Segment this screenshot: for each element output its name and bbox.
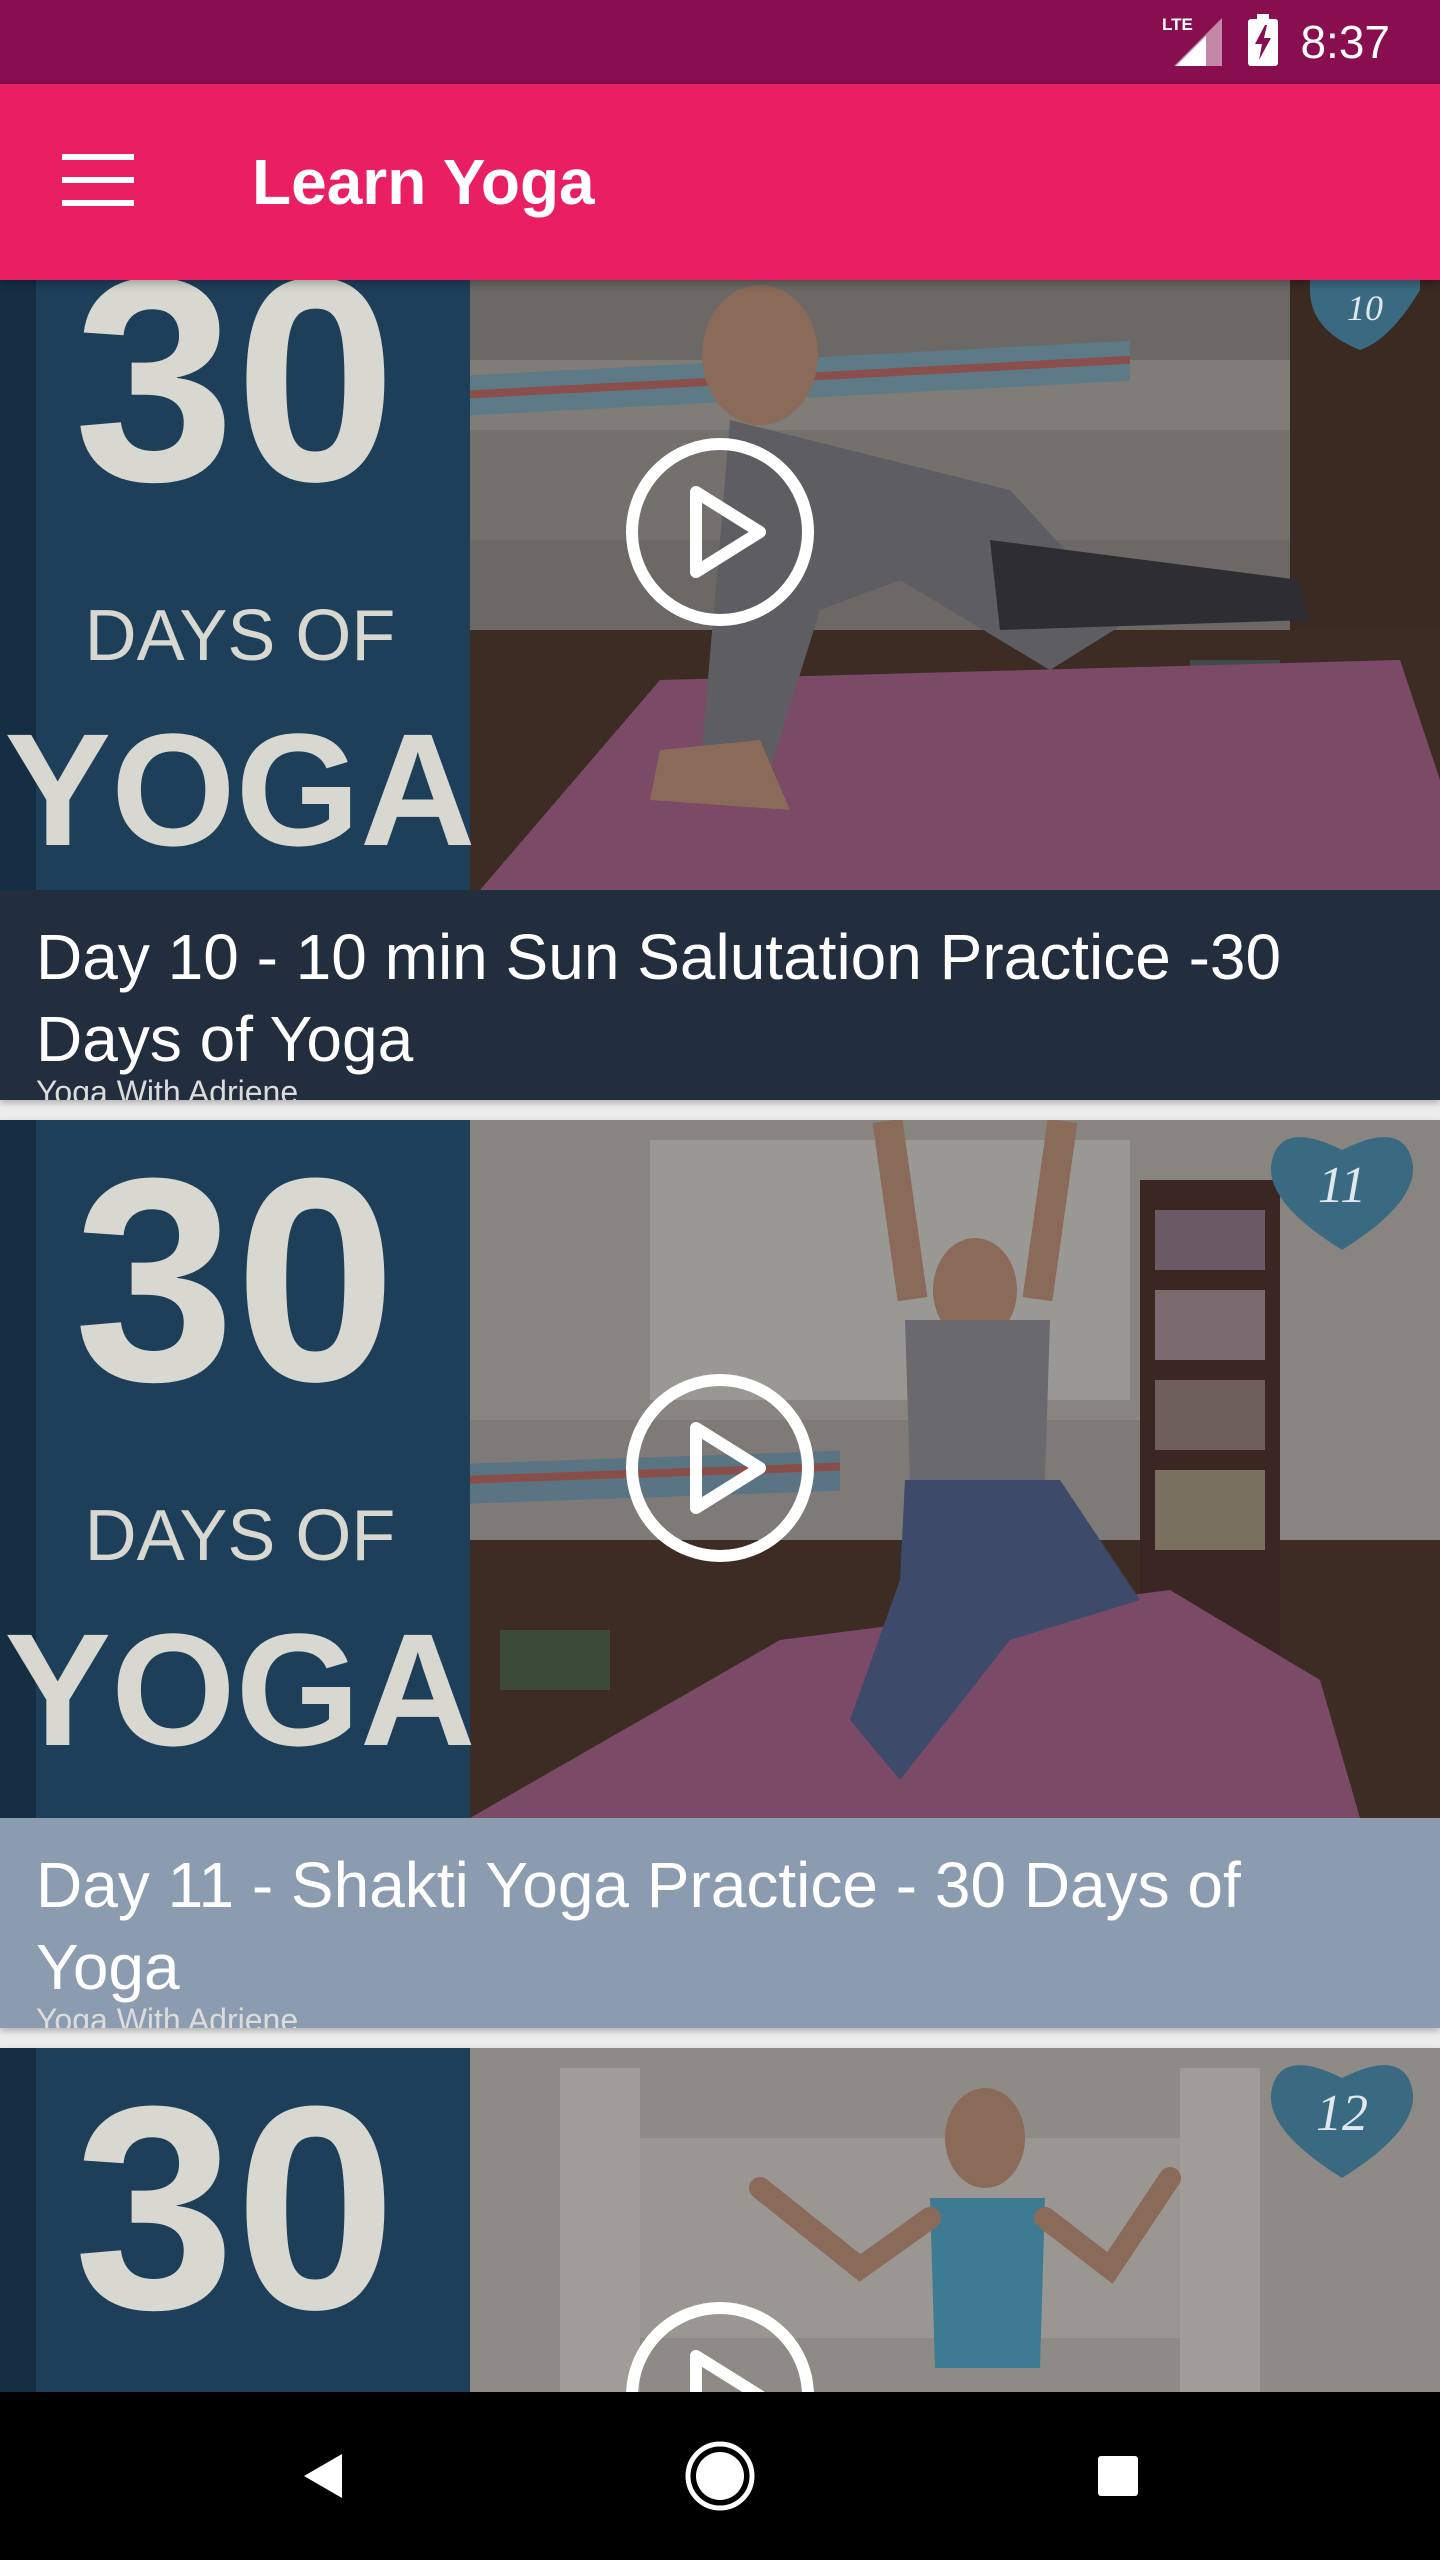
video-title: Day 10 - 10 min Sun Salutation Practice … (36, 921, 1282, 1075)
svg-text:DAYS OF: DAYS OF (85, 596, 396, 676)
svg-text:30: 30 (74, 280, 397, 542)
video-caption: Day 11 - Shakti Yoga Practice - 30 Days … (0, 1818, 1440, 2028)
lte-signal-icon: LTE (1162, 12, 1226, 73)
svg-text:YOGA: YOGA (4, 1600, 475, 1779)
home-circle-icon[interactable] (670, 2426, 770, 2526)
battery-charging-icon (1248, 13, 1279, 71)
video-channel: Yoga With Adriene (36, 1074, 299, 1100)
hamburger-menu-icon (62, 153, 134, 211)
play-circle-icon[interactable] (624, 436, 816, 628)
video-card[interactable]: 30 DAYS OF YOGA 10 Day 10 - 10 min Sun S… (0, 280, 1440, 1100)
svg-text:12: 12 (1316, 2085, 1368, 2142)
app-title: Learn Yoga (252, 146, 595, 218)
back-triangle-icon[interactable] (270, 2426, 370, 2526)
svg-text:30: 30 (74, 1120, 397, 1442)
play-circle-icon[interactable] (624, 1372, 816, 1564)
status-bar: LTE 8:37 (0, 0, 1440, 84)
video-card[interactable]: 30 12 (0, 2048, 1440, 2392)
video-channel: Yoga With Adriene (36, 2002, 299, 2028)
video-caption: Day 10 - 10 min Sun Salutation Practice … (0, 890, 1440, 1100)
svg-text:LTE: LTE (1162, 15, 1193, 34)
menu-button[interactable] (40, 124, 156, 240)
svg-text:YOGA: YOGA (4, 700, 475, 879)
play-circle-icon[interactable] (624, 2300, 816, 2392)
svg-text:30: 30 (74, 2048, 397, 2370)
svg-text:DAYS OF: DAYS OF (85, 1496, 396, 1576)
svg-text:11: 11 (1318, 1157, 1366, 1214)
recents-square-icon[interactable] (1068, 2426, 1168, 2526)
video-title: Day 11 - Shakti Yoga Practice - 30 Days … (36, 1849, 1241, 2003)
navigation-bar (0, 2392, 1440, 2560)
status-time: 8:37 (1300, 16, 1390, 68)
svg-text:10: 10 (1347, 288, 1383, 328)
video-card[interactable]: 30 DAYS OF YOGA 11 Day 11 - Shakti Yoga … (0, 1120, 1440, 2028)
video-feed[interactable]: 30 DAYS OF YOGA 10 Day 10 - 10 min Sun S… (0, 280, 1440, 2392)
app-bar: Learn Yoga (0, 84, 1440, 280)
